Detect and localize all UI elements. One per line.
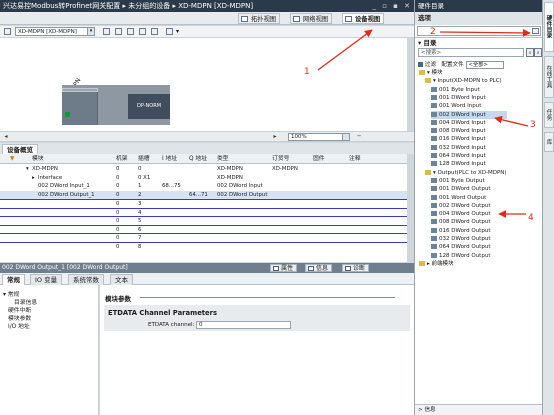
annotation-overlay [317,29,531,218]
annotation-label-1: 1 [304,67,310,77]
annotation-label-3: 3 [530,120,536,130]
annotation-arrow-2 [439,29,531,37]
annotation-label-4: 4 [528,213,534,223]
annotation-arrow-1 [317,29,373,71]
annotation-label-2: 2 [430,27,436,37]
annotation-arrow-3 [494,115,529,127]
